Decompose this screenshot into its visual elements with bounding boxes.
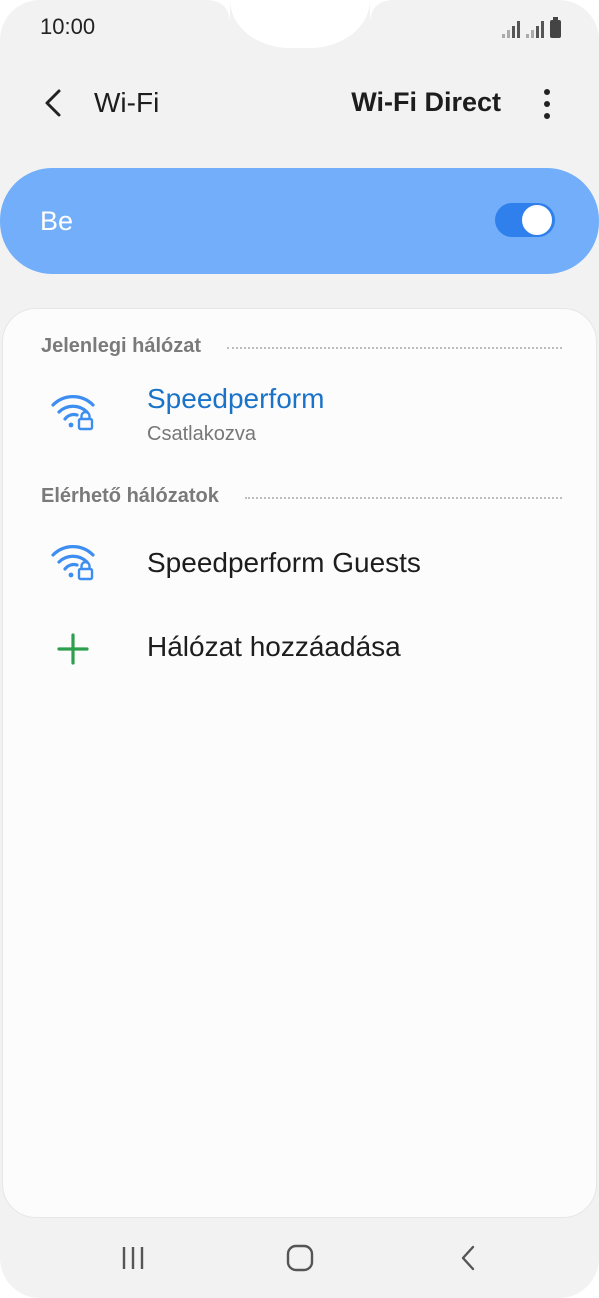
section-divider: [244, 496, 562, 499]
add-network-label: Hálózat hozzáadása: [147, 631, 401, 662]
plus-icon: [57, 633, 89, 665]
back-icon: [461, 1245, 475, 1271]
more-options-button[interactable]: [529, 82, 565, 126]
app-bar: Wi-Fi Wi-Fi Direct: [0, 72, 599, 134]
wifi-direct-button[interactable]: Wi-Fi Direct: [351, 87, 501, 118]
wifi-toggle-label: Be: [40, 206, 74, 236]
status-icons: [502, 16, 561, 38]
phone-screen: 10:00 Wi-Fi Wi-Fi Direct Be Jelenlegi há…: [0, 0, 599, 1298]
signal-icon-2: [526, 20, 544, 38]
home-button[interactable]: [270, 1232, 330, 1284]
network-row-guests[interactable]: Speedperform Guests: [3, 525, 596, 603]
current-network-title: Jelenlegi hálózat: [41, 335, 202, 357]
current-network-name: Speedperform: [147, 383, 325, 414]
switch-knob: [521, 204, 553, 236]
chevron-left-icon: [45, 89, 61, 117]
available-networks-title: Elérhető hálózatok: [41, 485, 219, 507]
page-title: Wi-Fi: [94, 87, 160, 118]
available-networks-header: Elérhető hálózatok: [41, 485, 562, 508]
wifi-lock-icon: [51, 545, 95, 581]
signal-icon: [502, 20, 520, 38]
recent-apps-button[interactable]: [103, 1232, 163, 1284]
wifi-toggle-row[interactable]: Be: [0, 168, 599, 274]
navigation-bar: [0, 1220, 599, 1298]
recent-apps-icon: [122, 1247, 144, 1269]
network-name: Speedperform Guests: [147, 547, 421, 578]
add-network-row[interactable]: Hálózat hozzáadása: [3, 611, 596, 687]
wifi-lock-icon: [51, 395, 95, 431]
nav-back-button[interactable]: [438, 1232, 498, 1284]
network-list-card: Jelenlegi hálózat Speedperform Csatlakoz…: [2, 308, 597, 1218]
status-bar: 10:00: [0, 0, 599, 56]
status-time: 10:00: [40, 14, 96, 39]
current-network-row[interactable]: Speedperform Csatlakozva: [3, 375, 596, 459]
wifi-switch[interactable]: [495, 203, 555, 237]
back-button[interactable]: [30, 80, 76, 126]
battery-icon: [550, 17, 561, 38]
home-icon: [286, 1244, 314, 1272]
current-network-header: Jelenlegi hálózat: [41, 335, 562, 358]
current-network-status: Csatlakozva: [147, 423, 256, 445]
section-divider: [227, 346, 562, 349]
more-vertical-icon: [544, 89, 550, 95]
